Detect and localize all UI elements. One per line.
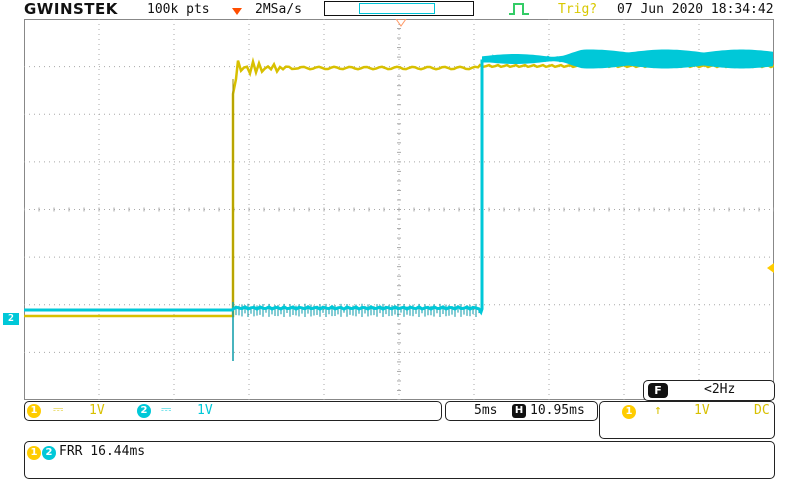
frequency-counter: F <2Hz [643,380,775,401]
ch2-coupling-icon: ⎓ [161,402,172,417]
measurement-panel[interactable]: 1 2 FRR 16.44ms [24,441,775,479]
status-bar: GWINSTEK 100k pts 2MSa/s Trig? 07 Jun 20… [0,0,800,20]
trigger-point-icon [395,19,407,27]
meas-source2-badge: 2 [42,446,56,460]
ch2-scale: 1V [197,403,213,418]
trigger-coupling: DC [754,403,770,418]
trigger-level-marker[interactable] [767,263,774,273]
memory-overview [324,1,474,16]
graticule [24,19,774,400]
frequency-label: F [648,383,668,398]
measurement-value: FRR 16.44ms [59,444,146,459]
horizontal-position: 10.95ms [530,403,585,418]
trigger-status: Trig? [558,2,598,17]
trigger-pulse-icon [509,3,529,15]
timebase-scale: 5ms [474,403,498,418]
brand-logo: GWINSTEK [24,0,118,18]
meas-source1-badge: 1 [27,446,41,460]
timebase-panel[interactable]: 5ms H 10.95ms [445,401,598,421]
ch1-coupling-icon: ⎓ [53,402,64,417]
sample-rate: 2MSa/s [255,2,302,17]
trigger-edge-icon: ↑ [654,403,662,418]
ch1-scale: 1V [89,403,105,418]
ch2-waveform [24,49,774,361]
horizontal-position-icon: H [512,404,526,418]
trigger-level: 1V [694,403,710,418]
waveform-display[interactable] [24,19,774,400]
ch2-badge: 2 [137,404,151,418]
ch1-badge: 1 [27,404,41,418]
ch2-ground-marker[interactable]: 2 [3,313,19,325]
memory-window-indicator [359,3,435,14]
trigger-source-badge: 1 [622,405,636,419]
frequency-value: <2Hz [704,382,736,397]
ch1-waveform [24,56,774,318]
trigger-panel[interactable]: 1 ↑ 1V DC [599,401,775,439]
trigger-position-icon [232,8,242,15]
record-length: 100k pts [147,2,210,17]
channel-info-panel[interactable]: 1 ⎓ 1V 2 ⎓ 1V [24,401,442,421]
date-time: 07 Jun 2020 18:34:42 [617,2,774,17]
